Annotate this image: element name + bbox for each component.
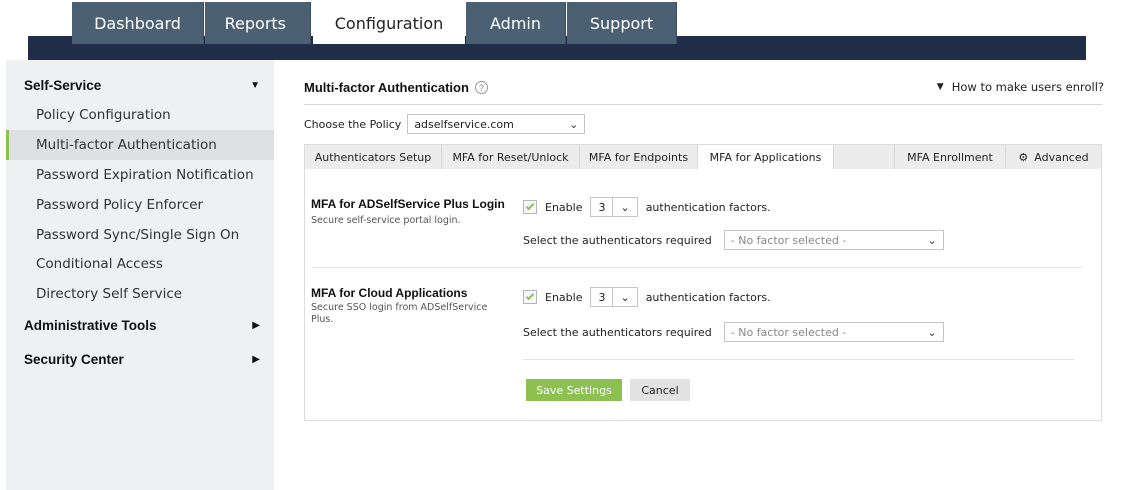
section-divider: [523, 359, 1075, 360]
enable-row-cloud: Enable 3 ⌄ authentication factors.: [523, 287, 771, 307]
tab-admin[interactable]: Admin: [466, 2, 566, 44]
authenticators-select-cloud[interactable]: - No factor selected - ⌄: [723, 322, 944, 342]
gear-icon: ⚙: [1018, 150, 1029, 164]
caret-right-icon: ▶: [252, 353, 260, 365]
main-content: Multi-factor Authentication ? ▼ How to m…: [290, 60, 1122, 490]
sidebar-section-label: Security Center: [24, 351, 124, 367]
section-title-cloud-applications: MFA for Cloud Applications: [311, 286, 468, 300]
tab-mfa-enrollment[interactable]: MFA Enrollment: [894, 145, 1006, 169]
tab-mfa-reset-unlock[interactable]: MFA for Reset/Unlock: [442, 145, 580, 169]
tab-configuration[interactable]: Configuration: [313, 2, 465, 44]
check-icon: [525, 201, 535, 210]
chevron-down-icon: ⌄: [569, 117, 579, 131]
tab-dashboard[interactable]: Dashboard: [72, 2, 204, 44]
factor-count-value: 3: [598, 200, 606, 214]
mfa-applications-panel: MFA for ADSelfService Plus Login Secure …: [304, 169, 1102, 421]
authenticators-placeholder: - No factor selected -: [730, 325, 847, 339]
factors-suffix: authentication factors.: [645, 290, 771, 304]
factor-count-value: 3: [598, 290, 606, 304]
sidebar-section-administrative-tools[interactable]: Administrative Tools ▶: [6, 312, 274, 338]
chevron-down-icon: ⌄: [927, 325, 937, 339]
sidebar-item-password-expiration-notification[interactable]: Password Expiration Notification: [6, 160, 274, 190]
tab-authenticators-setup[interactable]: Authenticators Setup: [305, 145, 442, 169]
mfa-tab-strip: Authenticators Setup MFA for Reset/Unloc…: [304, 144, 1102, 170]
sidebar-section-label: Self-Service: [24, 77, 102, 93]
tab-advanced-label: Advanced: [1034, 150, 1089, 164]
caret-right-icon: ▶: [252, 319, 260, 331]
enable-label: Enable: [545, 290, 583, 304]
section-desc-adselfservice-login: Secure self-service portal login.: [311, 215, 461, 226]
authenticators-label: Select the authenticators required: [523, 325, 712, 339]
top-navigation: Dashboard Reports Configuration Admin Su…: [0, 0, 1122, 60]
enable-checkbox-login[interactable]: [523, 200, 537, 214]
sidebar-item-password-policy-enforcer[interactable]: Password Policy Enforcer: [6, 190, 274, 220]
factor-count-select-cloud[interactable]: 3 ⌄: [590, 287, 638, 307]
tab-mfa-applications[interactable]: MFA for Applications: [698, 145, 834, 170]
sidebar-item-password-sync-sso[interactable]: Password Sync/Single Sign On: [6, 220, 274, 250]
enroll-help-link[interactable]: ▼ How to make users enroll?: [937, 80, 1104, 94]
sidebar-item-policy-configuration[interactable]: Policy Configuration: [6, 100, 274, 130]
check-icon: [525, 291, 535, 300]
authenticators-row-cloud: Select the authenticators required - No …: [523, 322, 944, 342]
title-divider: [304, 104, 1102, 105]
caret-down-icon: ▼: [250, 79, 260, 91]
authenticators-row-login: Select the authenticators required - No …: [523, 230, 944, 250]
sidebar-section-label: Administrative Tools: [24, 317, 157, 333]
save-settings-button[interactable]: Save Settings: [526, 379, 622, 401]
sidebar-item-multi-factor-authentication[interactable]: Multi-factor Authentication: [6, 130, 274, 160]
factors-suffix: authentication factors.: [645, 200, 771, 214]
caret-down-icon: ▼: [936, 82, 944, 92]
authenticators-placeholder: - No factor selected -: [730, 233, 847, 247]
chevron-down-icon: ⌄: [620, 290, 630, 304]
tab-reports[interactable]: Reports: [205, 2, 311, 44]
help-icon[interactable]: ?: [474, 81, 488, 94]
policy-select-value: adselfservice.com: [414, 117, 514, 131]
policy-chooser: Choose the Policy adselfservice.com ⌄: [304, 114, 586, 134]
factor-count-select-login[interactable]: 3 ⌄: [590, 197, 638, 217]
tab-support[interactable]: Support: [567, 2, 677, 44]
cancel-button[interactable]: Cancel: [630, 379, 690, 401]
sidebar-item-directory-self-service[interactable]: Directory Self Service: [6, 279, 274, 309]
policy-label: Choose the Policy: [304, 117, 402, 131]
chevron-down-icon: ⌄: [620, 200, 630, 214]
sidebar-section-self-service[interactable]: Self-Service ▼: [6, 72, 274, 98]
enable-row-login: Enable 3 ⌄ authentication factors.: [523, 197, 771, 217]
authenticators-label: Select the authenticators required: [523, 233, 712, 247]
tab-advanced[interactable]: ⚙ Advanced: [1006, 145, 1101, 169]
sidebar-item-conditional-access[interactable]: Conditional Access: [6, 249, 274, 279]
tab-mfa-endpoints[interactable]: MFA for Endpoints: [580, 145, 698, 169]
enable-checkbox-cloud[interactable]: [523, 290, 537, 304]
section-divider: [311, 267, 1083, 268]
chevron-down-icon: ⌄: [927, 233, 937, 247]
sidebar: Self-Service ▼ Policy Configuration Mult…: [6, 60, 274, 490]
page-title-text: Multi-factor Authentication: [304, 80, 469, 95]
enable-label: Enable: [545, 200, 583, 214]
authenticators-select-login[interactable]: - No factor selected - ⌄: [723, 230, 944, 250]
section-title-adselfservice-login: MFA for ADSelfService Plus Login: [311, 197, 505, 211]
enroll-link-text: How to make users enroll?: [951, 80, 1104, 94]
page-title: Multi-factor Authentication ?: [304, 80, 488, 95]
sidebar-section-security-center[interactable]: Security Center ▶: [6, 346, 274, 372]
section-desc-cloud-applications: Secure SSO login from ADSelfService Plus…: [311, 302, 488, 325]
policy-select[interactable]: adselfservice.com ⌄: [407, 114, 586, 134]
